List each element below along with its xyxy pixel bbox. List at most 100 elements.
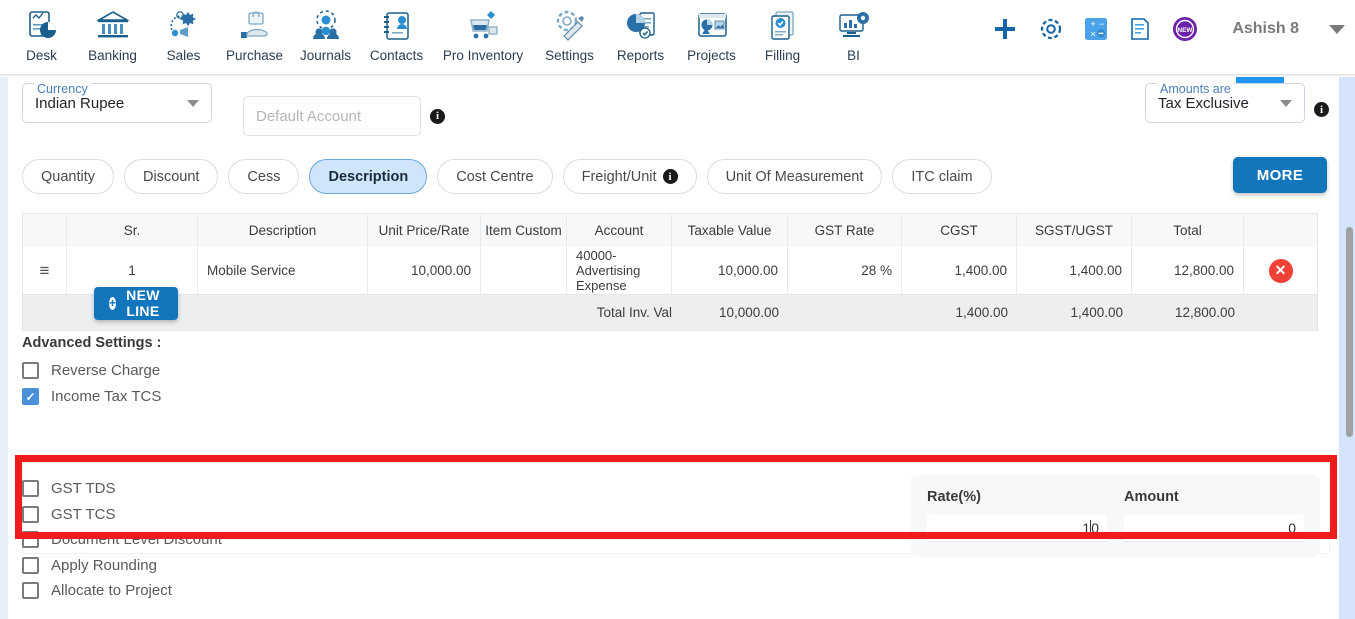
chip-itc-claim[interactable]: ITC claim [892,159,992,194]
checkbox-box[interactable] [22,582,39,599]
nav-item-banking[interactable]: Banking [77,0,148,63]
chip-cess[interactable]: Cess [228,159,300,194]
nav-label: BI [847,48,860,63]
chevron-down-icon[interactable] [1329,24,1345,34]
cell-sgst-ugst: 1,400.00 [1017,247,1132,294]
amount-input[interactable]: 0 [1124,514,1304,542]
cell-cgst: 1,400.00 [902,247,1017,294]
cell-item-custom[interactable] [481,247,567,294]
nav-label: Desk [26,48,57,63]
checkbox-box[interactable] [22,531,39,548]
amounts-are-value: Tax Exclusive [1158,94,1249,112]
nav-item-purchase[interactable]: Purchase [219,0,290,63]
journals-icon [308,6,344,46]
cell-gst-rate[interactable]: 28 % [788,247,902,294]
th-account: Account [567,214,672,247]
cell-total: 12,800.00 [1132,247,1244,294]
username-label[interactable]: Ashish 8 [1232,20,1299,38]
total-inv-val-label: Total Inv. Val [596,305,672,320]
nav-item-settings[interactable]: Settings [534,0,605,63]
rate-field-group: Rate(%) 10 [927,489,1107,542]
nav-label: Purchase [225,48,284,63]
default-account-placeholder: Default Account [256,107,362,125]
nav-item-reports[interactable]: Reports [605,0,676,63]
delete-row-button[interactable]: ✕ [1268,258,1293,283]
nav-item-journals[interactable]: Journals [290,0,361,63]
th-item-custom: Item Custom [481,214,567,247]
checkbox-gst-tcs[interactable]: GST TCS [22,506,115,523]
nav-item-projects[interactable]: Projects [676,0,747,63]
drag-handle-icon: ≡ [39,261,50,280]
checkbox-box[interactable] [22,362,39,379]
chip-label: Quantity [41,168,95,185]
info-icon[interactable]: i [1314,102,1329,117]
checkbox-box[interactable] [22,557,39,574]
checkbox-label: Apply Rounding [51,557,157,574]
info-icon[interactable]: i [430,108,445,124]
currency-label: Currency [34,82,91,96]
projects-icon [694,6,730,46]
new-badge-icon[interactable]: NEW [1172,16,1198,42]
cell-account[interactable]: 40000-Advertising Expense [567,247,672,294]
chip-discount[interactable]: Discount [124,159,219,194]
nav-label: Pro Inventory [442,48,524,63]
new-line-button[interactable]: + NEW LINE [94,286,178,320]
nav-item-sales[interactable]: Sales [148,0,219,63]
checkbox-label: Document Level Discount [51,531,222,548]
amount-label: Amount [1124,489,1179,505]
gear-icon[interactable] [1038,16,1064,42]
cell-description[interactable]: Mobile Service [198,247,368,294]
th-sr: Sr. [67,214,198,247]
chip-label: Freight/Unit [581,168,657,185]
rate-input[interactable]: 10 [927,514,1107,542]
svg-text:−: − [1099,19,1104,29]
nav-items-group: Desk Banking Sales Purchase Journals Con… [0,0,889,63]
checkbox-document-level-discount[interactable]: Document Level Discount [22,531,222,548]
amounts-are-block: Amounts are Tax Exclusive i [1145,77,1329,123]
cell-unit-price[interactable]: 10,000.00 [368,247,481,294]
checkbox-income-tax-tcs[interactable]: ✓ Income Tax TCS [22,388,161,405]
app-window: Desk Banking Sales Purchase Journals Con… [0,0,1355,619]
checkbox-label: Reverse Charge [51,362,161,379]
nav-item-desk[interactable]: Desk [6,0,77,63]
chip-cost-centre[interactable]: Cost Centre [437,159,553,194]
checkbox-box[interactable]: ✓ [22,388,39,405]
cell-delete: ✕ [1244,247,1317,294]
chip-description[interactable]: Description [309,159,428,194]
amounts-are-label: Amounts are [1157,82,1234,96]
row-drag-handle[interactable]: ≡ [23,247,67,294]
default-account-input[interactable]: Default Account [243,96,421,136]
checkbox-label: Allocate to Project [51,582,172,599]
nav-item-pro-inventory[interactable]: Pro Inventory [432,0,534,63]
nav-item-filling[interactable]: Filling [747,0,818,63]
nav-item-bi[interactable]: BI [818,0,889,63]
nav-label: Settings [545,48,594,63]
checkbox-allocate-to-project[interactable]: Allocate to Project [22,582,172,599]
plus-icon[interactable] [992,16,1018,42]
table-header-row: Sr. Description Unit Price/Rate Item Cus… [23,214,1317,247]
checkbox-label: GST TCS [51,506,116,523]
checkbox-gst-tds[interactable]: GST TDS [22,480,115,497]
checkbox-box[interactable] [22,480,39,497]
nav-label: Reports [616,48,665,63]
settings-icon [552,6,588,46]
vertical-scrollbar[interactable] [1346,227,1353,437]
amount-value: 0 [1288,519,1296,536]
chip-quantity[interactable]: Quantity [22,159,114,194]
svg-text:+: + [1091,19,1096,29]
info-icon[interactable]: i [662,169,678,184]
column-toggle-chips: Quantity Discount Cess Description Cost … [22,159,992,194]
bank-icon [95,6,131,46]
calculator-icon[interactable]: + − × [1084,17,1108,41]
chip-freight-unit[interactable]: Freight/Unit i [562,159,697,194]
checkbox-apply-rounding[interactable]: Apply Rounding [22,557,157,574]
more-button[interactable]: MORE [1233,157,1327,193]
checkbox-reverse-charge[interactable]: Reverse Charge [22,362,160,379]
checkbox-box[interactable] [22,506,39,523]
left-accent-rail [0,77,8,619]
chip-unit-of-measurement[interactable]: Unit Of Measurement [706,159,883,194]
nav-label: Sales [166,48,201,63]
purchase-icon [237,6,273,46]
nav-item-contacts[interactable]: Contacts [361,0,432,63]
notes-icon[interactable] [1128,17,1152,41]
